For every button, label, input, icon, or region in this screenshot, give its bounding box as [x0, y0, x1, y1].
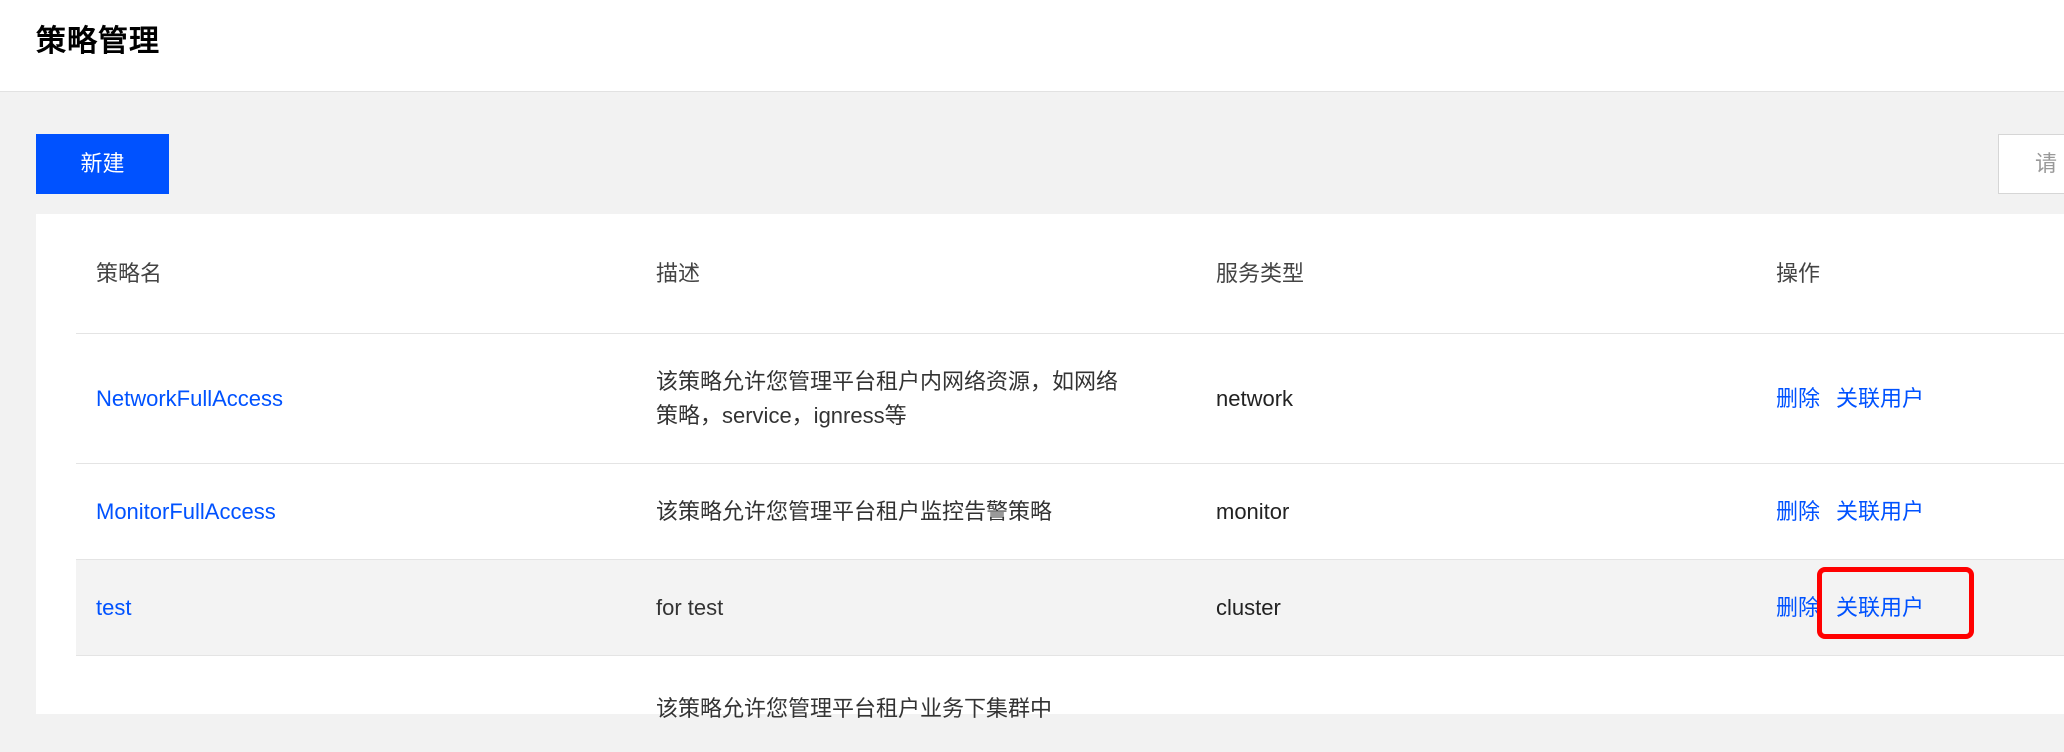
description-line: 该策略允许您管理平台租户内网络资源，如网络	[656, 368, 1119, 394]
delete-link[interactable]: 删除	[1776, 591, 1820, 625]
associate-user-link[interactable]: 关联用户	[1836, 591, 1924, 625]
policy-description: 该策略允许您管理平台租户内网络资源，如网络 策略，service，ignress…	[656, 334, 1176, 463]
policy-name-link[interactable]: MonitorFullAccess	[96, 495, 276, 529]
column-header-actions: 操作	[1776, 260, 1821, 286]
policy-description: 该策略允许您管理平台租户业务下集群中	[656, 696, 1053, 721]
table-row: MonitorFullAccess 该策略允许您管理平台租户监控告警策略 mon…	[76, 464, 2064, 560]
new-policy-button[interactable]: 新建	[36, 134, 169, 194]
policy-name-link[interactable]: NetworkFullAccess	[96, 382, 283, 416]
associate-user-link[interactable]: 关联用户	[1836, 382, 1924, 416]
policy-table: 策略名 描述 服务类型 操作 NetworkFullAccess 该策略允许您管…	[36, 214, 2064, 721]
table-row: test for test cluster 删除 关联用户	[76, 560, 2064, 656]
policy-service-type: monitor	[1216, 498, 1290, 524]
associate-user-link[interactable]: 关联用户	[1836, 495, 1924, 529]
page-title: 策略管理	[36, 25, 160, 58]
search-input[interactable]: 请	[1998, 134, 2064, 194]
policy-service-type: cluster	[1216, 594, 1281, 620]
page-header: 策略管理	[0, 0, 2064, 92]
table-row: NetworkFullAccess 该策略允许您管理平台租户内网络资源，如网络 …	[76, 334, 2064, 464]
column-header-service-type: 服务类型	[1216, 260, 1305, 286]
policy-description: for test	[656, 594, 724, 620]
policy-name-link[interactable]: test	[96, 591, 131, 625]
delete-link[interactable]: 删除	[1776, 382, 1820, 416]
column-header-description: 描述	[656, 260, 701, 286]
table-header-row: 策略名 描述 服务类型 操作	[76, 214, 2064, 334]
description-line: 策略，service，ignress等	[656, 402, 907, 428]
policy-service-type: network	[1216, 385, 1294, 411]
column-header-name: 策略名	[96, 260, 163, 286]
policy-description: 该策略允许您管理平台租户监控告警策略	[656, 498, 1053, 524]
table-row: 该策略允许您管理平台租户业务下集群中	[76, 656, 2064, 752]
delete-link[interactable]: 删除	[1776, 495, 1820, 529]
